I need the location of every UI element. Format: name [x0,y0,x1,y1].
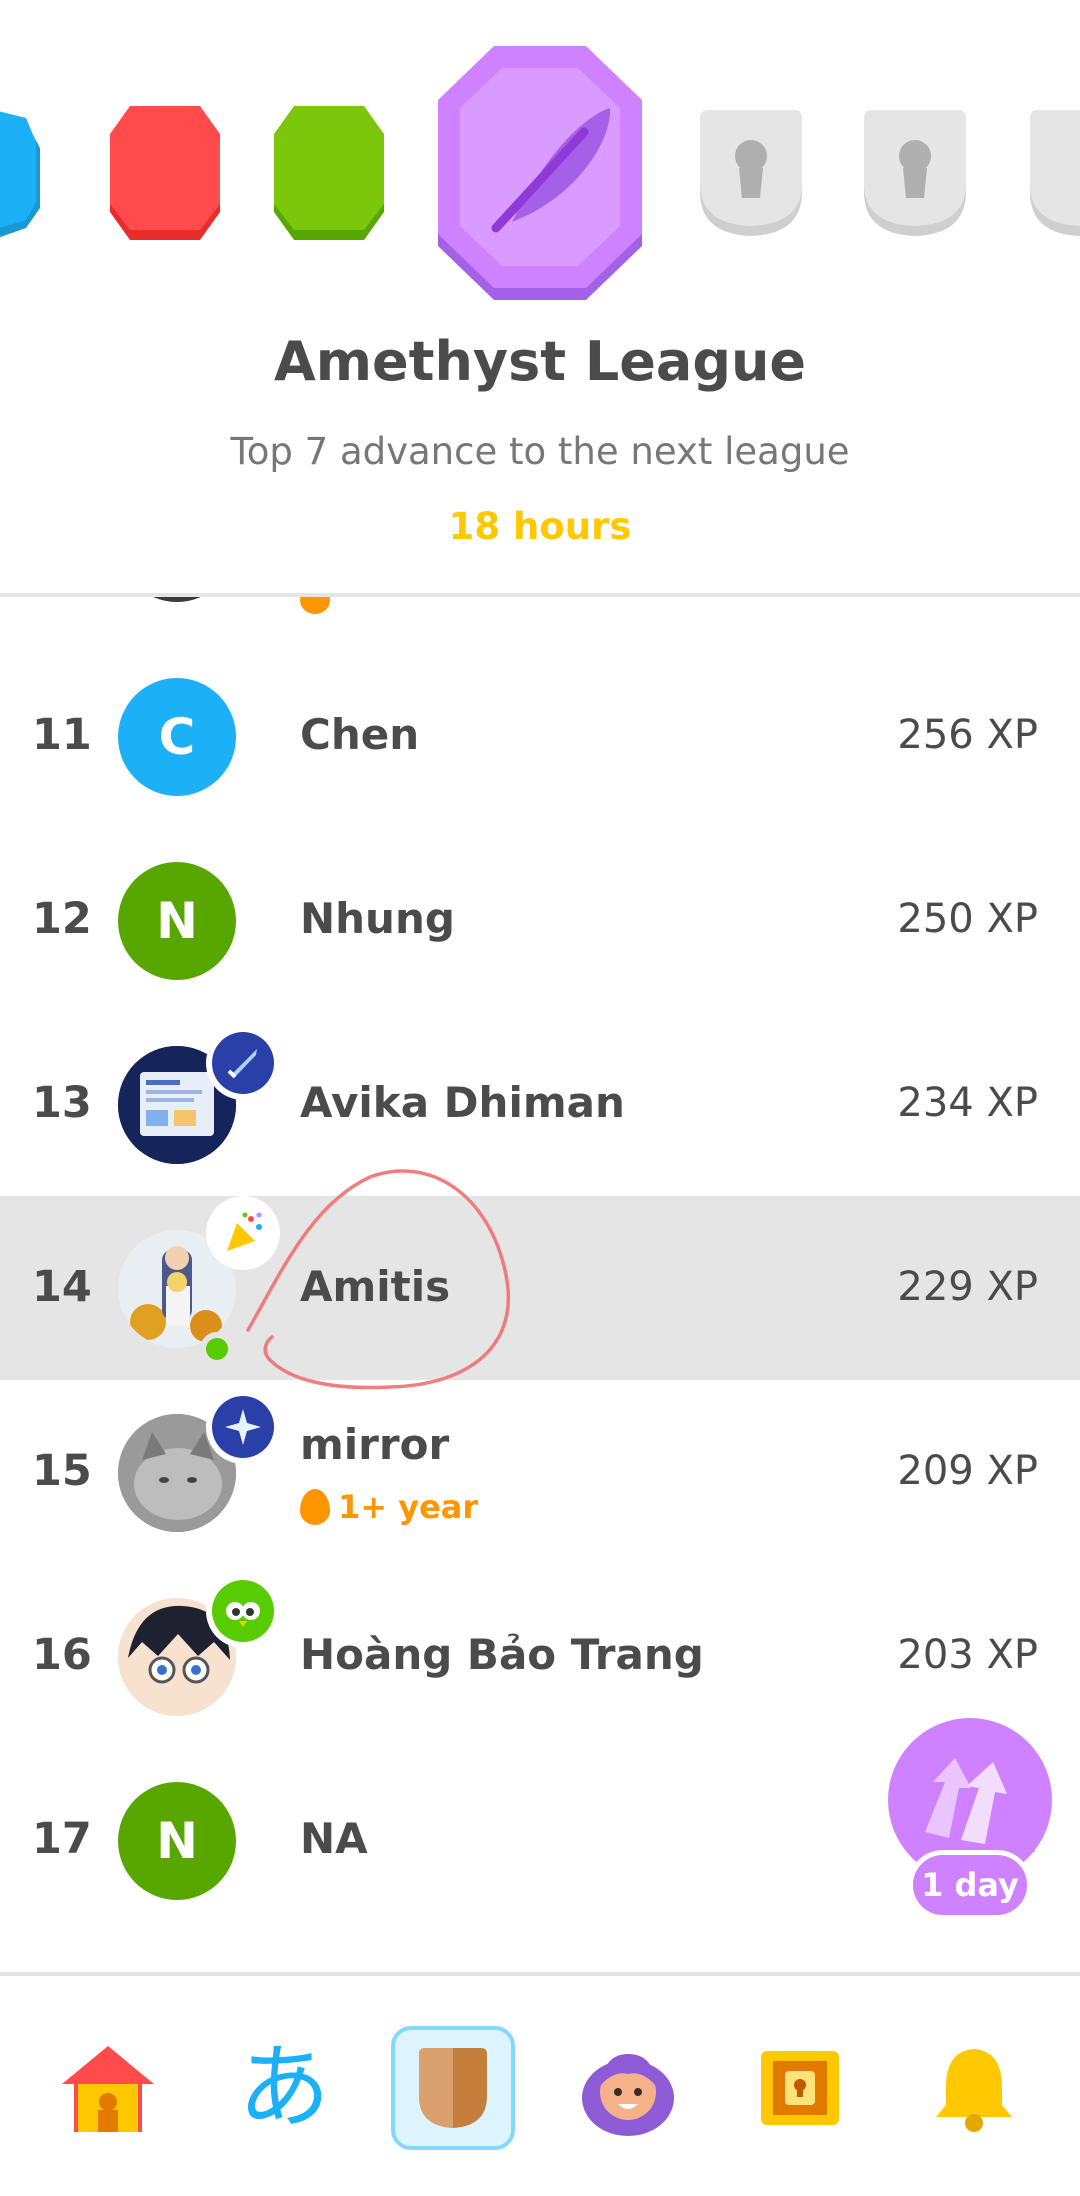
nav-leaderboards[interactable] [391,2026,515,2150]
xp-value: 203 XP [897,1632,1038,1678]
streak-label: 1+ year [338,1488,479,1526]
nav-profile[interactable] [566,2026,690,2150]
rank-number: 16 [32,1630,92,1680]
streak-badge: 1+ year [300,1488,478,1526]
avatar: N [118,1782,236,1900]
bottom-navigation: あ [0,1972,1080,2196]
avatar: N [118,862,236,980]
league-title: Amethyst League [273,330,807,393]
leaderboard-row[interactable]: 11 C Chen 256 XP [0,644,1080,828]
nav-shop[interactable] [738,2026,862,2150]
xp-value: 250 XP [897,896,1038,942]
ruby-league-badge [110,106,220,240]
treasure-chest-icon [761,2051,839,2125]
rank-number: 11 [32,710,92,760]
emerald-league-badge [274,106,384,240]
rank-number: 14 [32,1262,92,1312]
characters-icon: あ [237,2034,330,2141]
league-subtitle: Top 7 advance to the next league [230,430,850,473]
user-name: Avika Dhiman [300,1078,625,1127]
profile-avatar-icon [582,2054,674,2136]
leaderboard-row[interactable]: 12 N Nhung 250 XP [0,828,1080,1012]
nav-notifications[interactable] [912,2026,1036,2150]
leaderboard-shield-icon [419,2048,487,2128]
chest-timer-label: 1 day [908,1850,1032,1920]
duo-owl-icon [206,1574,280,1648]
user-name: mirror [300,1420,450,1469]
leaderboard-row[interactable] [0,1932,1080,1975]
xp-value: 229 XP [897,1264,1038,1310]
flame-icon [300,1489,330,1525]
rank-number: 12 [32,894,92,944]
xp-value: 234 XP [897,1080,1038,1126]
locked-league-badge [864,110,966,236]
amethyst-league-badge [438,46,642,300]
bell-icon [936,2049,1012,2132]
arrows-up-icon [925,1758,1007,1844]
annotation-circle [246,1169,511,1390]
nav-home[interactable] [46,2026,170,2150]
xp-value: 256 XP [897,712,1038,758]
rank-number: 15 [32,1446,92,1496]
avatar: C [118,678,236,796]
rank-number: 13 [32,1078,92,1128]
leaderboard-row[interactable]: 15 mirror 1+ year 209 XP [0,1380,1080,1564]
sapphire-league-badge [0,111,40,238]
leaderboard-row[interactable]: 13 Avika Dhiman 234 XP [0,1012,1080,1196]
user-name: NA [300,1814,368,1863]
rank-number: 17 [32,1814,92,1864]
locked-league-badge [1030,110,1080,236]
user-name: Hoàng Bảo Trang [300,1630,704,1679]
sword-icon [206,1026,280,1100]
home-icon [62,2046,154,2132]
xp-value: 209 XP [897,1448,1038,1494]
user-name: Nhung [300,894,455,943]
online-status-indicator [200,1332,234,1366]
leaderboard-row[interactable]: 16 Hoàng Bảo Trang 203 XP [0,1564,1080,1748]
league-time-remaining: 18 hours [448,505,632,548]
locked-league-badge [700,110,802,236]
nav-characters[interactable]: あ [222,2026,346,2150]
user-name: Chen [300,710,420,759]
league-header: Amethyst League Top 7 advance to the nex… [0,0,1080,597]
leaderboard-row-current-user[interactable]: 14 Amitis 229 XP [0,1196,1080,1380]
